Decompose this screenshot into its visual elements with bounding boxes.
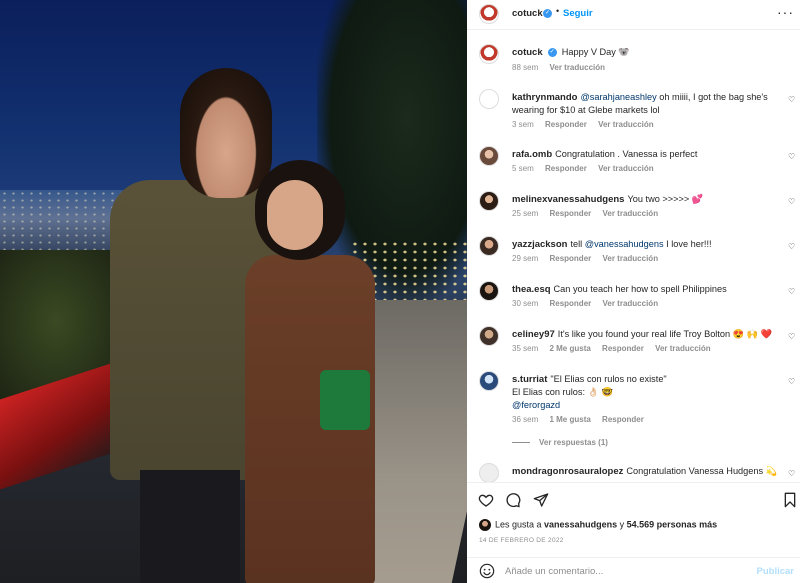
comment-username[interactable]: s.turriat [512, 374, 547, 385]
post-panel: cotuck ✓ • Seguir ··· cotuck ✓ Happy V Da… [467, 0, 800, 583]
post-header: cotuck ✓ • Seguir ··· [467, 0, 800, 30]
comment-time: 3 sem [512, 120, 534, 129]
heart-icon[interactable]: ♡ [788, 197, 796, 206]
share-icon[interactable] [533, 492, 549, 508]
comment-text: It's like you found your real life Troy … [557, 329, 773, 339]
comment-time: 25 sem [512, 209, 539, 218]
heart-icon[interactable]: ♡ [788, 242, 796, 251]
comment-input[interactable] [505, 563, 745, 579]
comment-time: 35 sem [512, 344, 539, 353]
translate-link[interactable]: Ver traducción [598, 164, 654, 173]
avatar[interactable] [479, 326, 499, 346]
likes-count[interactable]: 54.569 personas más [627, 519, 718, 529]
likes-summary[interactable]: Les gusta a vanessahudgens y 54.569 pers… [479, 519, 799, 531]
avatar[interactable] [479, 281, 499, 301]
likes-count[interactable]: 1 Me gusta [549, 415, 590, 424]
post-photo[interactable] [0, 0, 467, 583]
avatar [479, 519, 491, 531]
person-woman [245, 160, 385, 583]
reply-button[interactable]: Responder [549, 254, 591, 263]
reply-button[interactable]: Responder [602, 344, 644, 353]
translate-link[interactable]: Ver traducción [655, 344, 711, 353]
view-replies-button[interactable]: Ver respuestas (1) [512, 438, 608, 447]
add-comment-bar: Publicar [467, 557, 800, 583]
avatar[interactable] [479, 4, 499, 24]
heart-icon[interactable]: ♡ [788, 377, 796, 386]
comment-text: You two >>>>> 💕 [627, 194, 704, 204]
heart-icon[interactable] [478, 492, 494, 508]
caption-username[interactable]: cotuck [512, 47, 543, 58]
comment-time: 36 sem [512, 415, 539, 424]
avatar[interactable] [479, 146, 499, 166]
heart-icon[interactable]: ♡ [788, 332, 796, 341]
bookmark-icon[interactable] [782, 492, 798, 508]
comment-username[interactable]: celiney97 [512, 329, 555, 340]
comment-username[interactable]: thea.esq [512, 284, 551, 295]
divider [512, 442, 530, 444]
heart-icon[interactable]: ♡ [788, 152, 796, 161]
comment-username[interactable]: rafa.omb [512, 149, 552, 160]
reply-button[interactable]: Responder [545, 120, 587, 129]
comment-text: Can you teach her how to spell Philippin… [553, 284, 727, 294]
translate-link[interactable]: Ver traducción [598, 120, 654, 129]
comment-text: Congratulation . Vanessa is perfect [555, 149, 698, 159]
avatar[interactable] [479, 89, 499, 109]
caption-time: 88 sem [512, 63, 539, 72]
translate-link[interactable]: Ver traducción [603, 299, 659, 308]
likes-user[interactable]: vanessahudgens [544, 519, 617, 529]
verified-icon: ✓ [543, 9, 552, 18]
mention-link[interactable]: @ferorgazd [512, 400, 560, 410]
heart-icon[interactable]: ♡ [788, 95, 796, 104]
heart-icon[interactable]: ♡ [788, 469, 796, 478]
comment-username[interactable]: kathrynmando [512, 92, 577, 103]
comment-time: 30 sem [512, 299, 539, 308]
likes-count[interactable]: 2 Me gusta [549, 344, 590, 353]
more-icon[interactable]: ··· [777, 4, 794, 20]
comment-text-line2: El Elias con rulos: 👌🏻 🤓 [512, 387, 614, 397]
view-replies-label: Ver respuestas (1) [539, 438, 608, 447]
reply-button[interactable]: Responder [545, 164, 587, 173]
comment-time: 5 sem [512, 164, 534, 173]
mention-link[interactable]: @sarahjaneashley [580, 92, 656, 102]
follow-button[interactable]: Seguir [563, 8, 593, 19]
comment-username[interactable]: yazzjackson [512, 239, 567, 250]
avatar[interactable] [479, 463, 499, 482]
verified-icon: ✓ [547, 48, 557, 58]
post-button[interactable]: Publicar [757, 566, 795, 577]
caption-text: Happy V Day 🐨 [561, 47, 630, 57]
reply-button[interactable]: Responder [549, 299, 591, 308]
comment-username[interactable]: mondragonrosauralopez [512, 466, 623, 477]
reply-button[interactable]: Responder [549, 209, 591, 218]
mention-link[interactable]: @vanessahudgens [585, 239, 664, 249]
avatar[interactable] [479, 44, 499, 64]
comment-icon[interactable] [505, 492, 521, 508]
avatar[interactable] [479, 371, 499, 391]
comment-username[interactable]: melinexvanessahudgens [512, 194, 624, 205]
action-bar [467, 482, 800, 516]
avatar[interactable] [479, 191, 499, 211]
separator-dot: • [556, 6, 560, 16]
reply-button[interactable]: Responder [602, 415, 644, 424]
post-date: 14 DE FEBRERO DE 2022 [479, 537, 564, 544]
heart-icon[interactable]: ♡ [788, 287, 796, 296]
comments-list[interactable]: cotuck ✓ Happy V Day 🐨 88 sem Ver traducc… [467, 31, 800, 482]
translate-link[interactable]: Ver traducción [549, 63, 605, 72]
header-username[interactable]: cotuck [512, 8, 543, 19]
emoji-icon[interactable] [479, 563, 495, 579]
avatar[interactable] [479, 236, 499, 256]
likes-mid: y [617, 519, 627, 530]
comment-text-after: I love her!!! [663, 239, 712, 249]
likes-prefix: Les gusta a [495, 519, 545, 530]
translate-link[interactable]: Ver traducción [603, 209, 659, 218]
comment-time: 29 sem [512, 254, 539, 263]
comment-text: tell [570, 239, 585, 249]
comment-text: Congratulation Vanessa Hudgens 💫 [626, 466, 778, 476]
comment-text: "El Elias con rulos no existe" [550, 374, 667, 384]
translate-link[interactable]: Ver traducción [603, 254, 659, 263]
